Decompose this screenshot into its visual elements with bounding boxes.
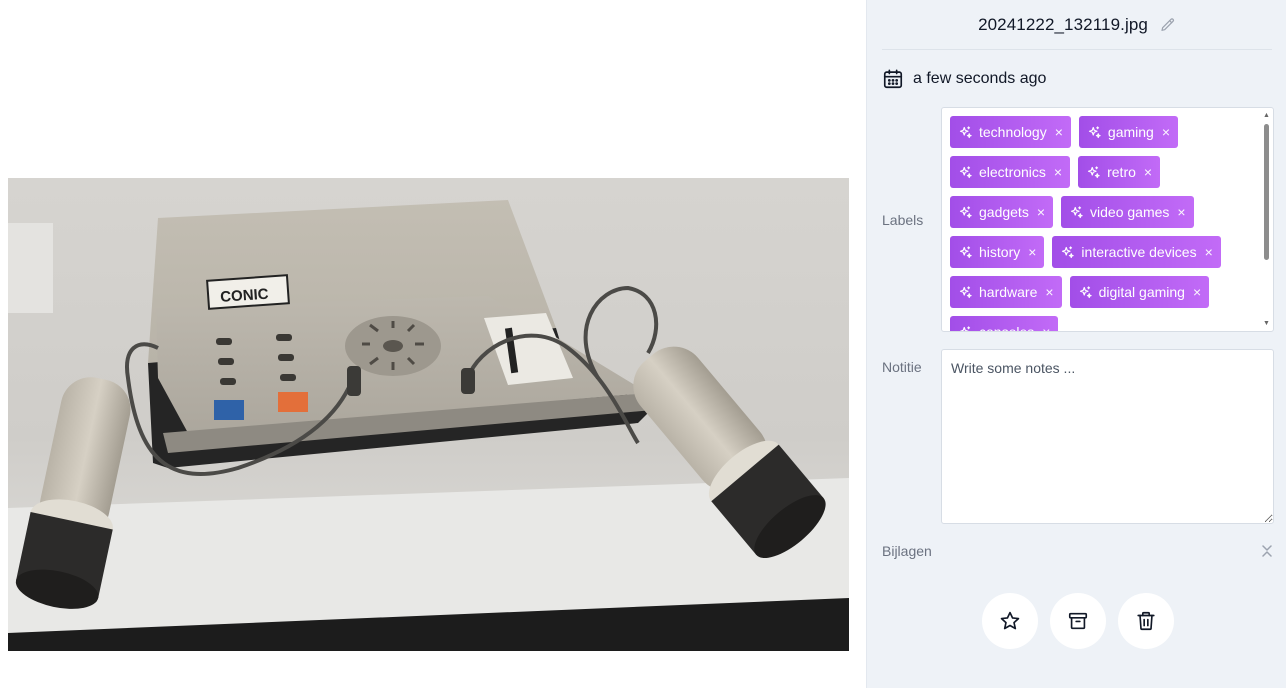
labels-label: Labels [882,212,924,228]
sparkles-icon [1070,205,1083,218]
sparkles-icon [959,165,972,178]
favorite-button[interactable] [982,593,1038,649]
label-chip[interactable]: gadgets × [950,196,1054,228]
calendar-icon [883,69,903,89]
date-row: a few seconds ago [882,66,1046,92]
attachments-label: Bijlagen [882,543,932,559]
remove-label-icon[interactable]: × [1054,164,1062,180]
remove-label-icon[interactable]: × [1028,244,1036,260]
pencil-icon[interactable] [1160,17,1176,33]
remove-label-icon[interactable]: × [1205,244,1213,260]
remove-label-icon[interactable]: × [1055,124,1063,140]
sparkles-icon [1088,165,1100,178]
date-text: a few seconds ago [913,70,1047,87]
label-chip-text: hardware [979,284,1038,300]
sparkles-icon [959,245,972,258]
image-viewer: CONIC [0,0,866,688]
label-chip-text: gadgets [979,204,1029,220]
label-chip-text: retro [1107,164,1136,180]
label-chip[interactable]: hardware × [950,276,1062,308]
label-chips: technology × gaming × electronics × retro × gadg… [950,116,1260,332]
details-panel: 20241222_132119.jpg a few seconds ago La… [866,0,1286,688]
remove-label-icon[interactable]: × [1042,324,1050,331]
sparkles-icon [1062,245,1075,258]
delete-button[interactable] [1118,593,1174,649]
label-chip[interactable]: interactive devices × [1052,236,1221,268]
label-chip-text: interactive devices [1081,244,1197,260]
remove-label-icon[interactable]: × [1177,204,1185,220]
filename: 20241222_132119.jpg [978,14,1148,34]
scroll-up-icon[interactable]: ▲ [1263,112,1270,120]
remove-label-icon[interactable]: × [1162,124,1170,140]
label-chip[interactable]: retro × [1078,156,1161,188]
label-chip[interactable]: consoles × [950,316,1059,332]
label-chip[interactable]: technology × [950,116,1071,148]
sparkles-icon [959,205,972,218]
label-chip-text: electronics [979,164,1046,180]
chevrons-up-down-icon[interactable] [1260,543,1274,559]
label-chip[interactable]: gaming × [1078,116,1179,148]
archive-icon [1068,612,1088,630]
title-row: 20241222_132119.jpg [882,0,1272,50]
label-chip-text: history [979,244,1021,260]
photo[interactable]: CONIC [8,178,849,651]
scroll-thumb[interactable] [1264,124,1269,260]
label-chip-text: video games [1090,204,1170,220]
label-chip[interactable]: video games × [1061,196,1194,228]
remove-label-icon[interactable]: × [1037,204,1045,220]
svg-text:CONIC: CONIC [220,286,270,306]
label-chip-text: digital gaming [1098,284,1185,300]
trash-icon [1137,611,1155,631]
star-icon [1000,611,1020,630]
sparkles-icon [1079,285,1092,298]
label-chip[interactable]: history × [950,236,1045,268]
label-chip-text: consoles [979,324,1035,332]
sparkles-icon [1088,125,1101,138]
label-chip[interactable]: electronics × [950,156,1071,188]
label-chip[interactable]: digital gaming × [1069,276,1210,308]
sparkles-icon [959,325,971,331]
archive-button[interactable] [1050,593,1106,649]
remove-label-icon[interactable]: × [1193,284,1201,300]
notes-textarea[interactable] [941,349,1274,524]
scroll-down-icon[interactable]: ▼ [1263,320,1270,328]
remove-label-icon[interactable]: × [1144,164,1152,180]
photo-illustration: CONIC [8,178,849,651]
sparkles-icon [959,285,972,298]
label-chip-text: gaming [1107,124,1154,140]
notes-label: Notitie [882,359,922,375]
labels-scrollbar[interactable]: ▲ ▼ [1263,112,1271,328]
action-buttons [982,593,1174,649]
sparkles-icon [959,125,972,138]
remove-label-icon[interactable]: × [1045,284,1053,300]
labels-box[interactable]: technology × gaming × electronics × retro × gadg… [941,107,1274,332]
label-chip-text: technology [979,124,1047,140]
